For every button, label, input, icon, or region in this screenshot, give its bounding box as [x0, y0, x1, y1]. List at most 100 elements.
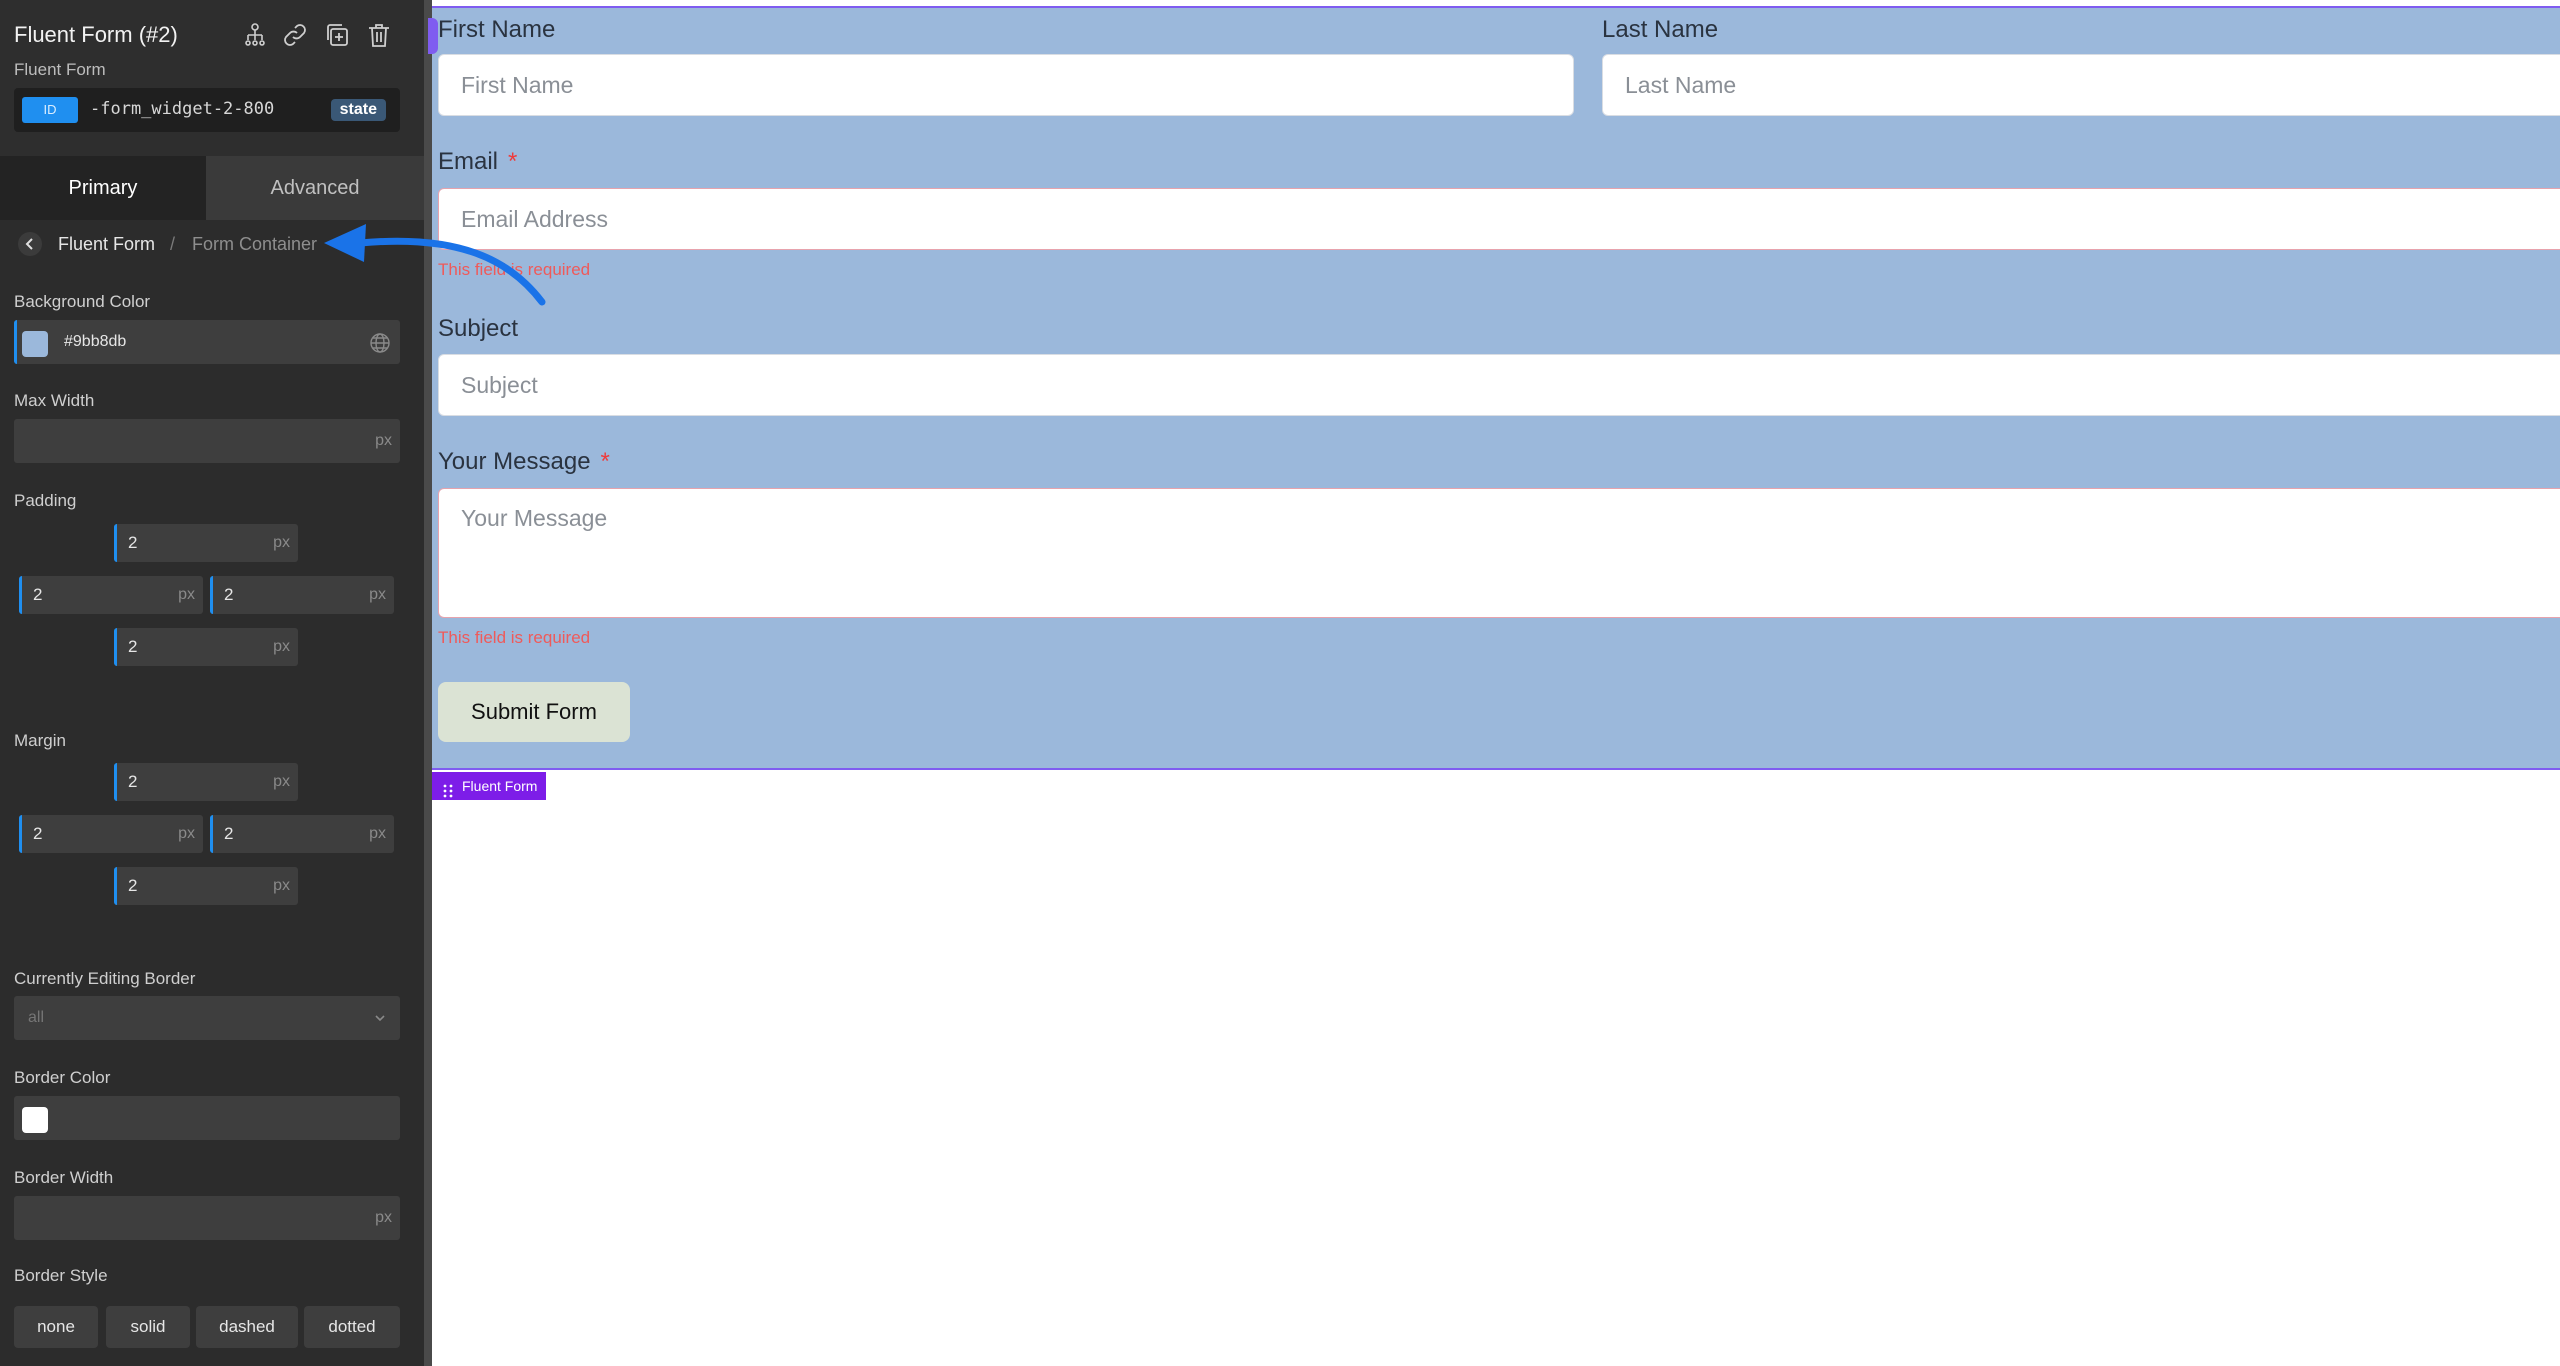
- active-accent: [210, 815, 213, 853]
- message-placeholder: Your Message: [461, 505, 608, 531]
- edge-handle[interactable]: [428, 18, 438, 54]
- background-color-label: Background Color: [14, 292, 151, 311]
- annotation-arrow-icon: [324, 224, 546, 306]
- message-label-text: Your Message: [438, 448, 591, 475]
- padding-bottom-input[interactable]: 2 px: [114, 628, 298, 666]
- margin-right-input[interactable]: 2 px: [210, 815, 394, 853]
- breadcrumb-separator: /: [170, 234, 176, 254]
- message-textarea[interactable]: Your Message: [438, 488, 2560, 618]
- active-accent: [210, 576, 213, 614]
- trash-icon[interactable]: [364, 20, 394, 50]
- element-tag-label: Fluent Form: [462, 778, 538, 794]
- padding-top-input[interactable]: 2 px: [114, 524, 298, 562]
- id-badge: ID: [22, 97, 78, 123]
- padding-right-input[interactable]: 2 px: [210, 576, 394, 614]
- structure-icon[interactable]: [240, 20, 270, 50]
- editing-border-label: Currently Editing Border: [14, 969, 196, 988]
- editing-border-value: all: [28, 1009, 45, 1026]
- margin-bottom-input[interactable]: 2 px: [114, 867, 298, 905]
- email-label-text: Email: [438, 148, 499, 175]
- tab-primary[interactable]: Primary: [0, 156, 206, 220]
- border-color-label: Border Color: [14, 1068, 111, 1087]
- editor-canvas: First Name First Name Last Name Last Nam…: [428, 0, 2560, 1366]
- element-tag[interactable]: Fluent Form: [432, 772, 546, 800]
- padding-left-value: 2: [33, 585, 43, 604]
- globe-icon[interactable]: [368, 331, 392, 355]
- first-name-input[interactable]: First Name: [438, 54, 1574, 116]
- active-accent: [114, 867, 117, 905]
- email-required-mark: *: [508, 148, 518, 175]
- editor-sidebar: Fluent Form (#2) Fluent Form ID -form_wi…: [0, 0, 424, 1366]
- sidebar-resize-handle[interactable]: [424, 0, 432, 1366]
- last-name-placeholder: Last Name: [1625, 72, 1737, 98]
- last-name-input[interactable]: Last Name: [1602, 54, 2560, 116]
- active-accent: [19, 576, 22, 614]
- border-style-dashed-button[interactable]: dashed: [196, 1306, 298, 1348]
- state-button[interactable]: state: [330, 99, 386, 121]
- element-id-field[interactable]: ID -form_widget-2-800 state: [14, 88, 400, 132]
- element-title: Fluent Form (#2): [14, 22, 178, 47]
- margin-right-unit: px: [369, 825, 386, 842]
- submit-button[interactable]: Submit Form: [438, 682, 630, 742]
- email-label: Email *: [438, 148, 517, 176]
- border-color-field[interactable]: [14, 1096, 400, 1140]
- duplicate-icon[interactable]: [322, 20, 352, 50]
- back-chevron-icon[interactable]: [18, 232, 42, 256]
- margin-label: Margin: [14, 731, 66, 750]
- margin-top-unit: px: [273, 773, 290, 790]
- padding-left-input[interactable]: 2 px: [19, 576, 203, 614]
- max-width-input[interactable]: px: [14, 419, 400, 463]
- active-accent: [114, 524, 117, 562]
- margin-left-value: 2: [33, 824, 43, 843]
- margin-top-value: 2: [128, 772, 138, 791]
- padding-left-unit: px: [178, 586, 195, 603]
- message-required-mark: *: [600, 448, 610, 475]
- active-accent: [114, 763, 117, 801]
- first-name-label: First Name: [438, 16, 556, 43]
- element-id-value: -form_widget-2-800: [90, 99, 275, 119]
- message-label: Your Message *: [438, 448, 610, 476]
- chevron-down-icon: [372, 1010, 388, 1026]
- padding-bottom-unit: px: [273, 638, 290, 655]
- border-color-swatch[interactable]: [22, 1107, 48, 1133]
- last-name-label: Last Name: [1602, 16, 1719, 43]
- email-input[interactable]: Email Address: [438, 188, 2560, 250]
- margin-top-input[interactable]: 2 px: [114, 763, 298, 801]
- border-style-none-button[interactable]: none: [14, 1306, 98, 1348]
- max-width-unit: px: [375, 432, 392, 449]
- background-color-value: #9bb8db: [64, 333, 127, 350]
- max-width-label: Max Width: [14, 391, 95, 410]
- subject-placeholder: Subject: [461, 372, 538, 398]
- border-width-input[interactable]: px: [14, 1196, 400, 1240]
- border-style-label: Border Style: [14, 1266, 108, 1285]
- active-accent: [14, 320, 17, 364]
- editing-border-select[interactable]: all: [14, 996, 400, 1040]
- border-style-dotted-button[interactable]: dotted: [304, 1306, 400, 1348]
- sidebar-header: Fluent Form (#2) Fluent Form ID -form_wi…: [0, 0, 424, 156]
- element-type-label: Fluent Form: [14, 60, 106, 79]
- margin-bottom-value: 2: [128, 876, 138, 895]
- active-accent: [114, 628, 117, 666]
- background-color-swatch[interactable]: [22, 331, 48, 357]
- breadcrumb-item-fluent-form[interactable]: Fluent Form: [58, 234, 155, 255]
- margin-right-value: 2: [224, 824, 234, 843]
- subject-input[interactable]: Subject: [438, 354, 2560, 416]
- breadcrumb-item-form-container: Form Container: [192, 234, 318, 254]
- link-icon[interactable]: [280, 20, 310, 50]
- message-error-message: This field is required: [438, 628, 591, 647]
- padding-label: Padding: [14, 491, 77, 510]
- first-name-placeholder: First Name: [461, 72, 574, 98]
- active-accent: [19, 815, 22, 853]
- border-width-unit: px: [375, 1209, 392, 1226]
- margin-left-unit: px: [178, 825, 195, 842]
- background-color-field[interactable]: #9bb8db: [14, 320, 400, 364]
- margin-bottom-unit: px: [273, 877, 290, 894]
- padding-right-unit: px: [369, 586, 386, 603]
- drag-handle-icon[interactable]: [442, 779, 454, 798]
- border-style-solid-button[interactable]: solid: [106, 1306, 190, 1348]
- padding-right-value: 2: [224, 585, 234, 604]
- padding-top-unit: px: [273, 534, 290, 551]
- form-container[interactable]: First Name First Name Last Name Last Nam…: [428, 6, 2560, 770]
- border-width-label: Border Width: [14, 1168, 114, 1187]
- margin-left-input[interactable]: 2 px: [19, 815, 203, 853]
